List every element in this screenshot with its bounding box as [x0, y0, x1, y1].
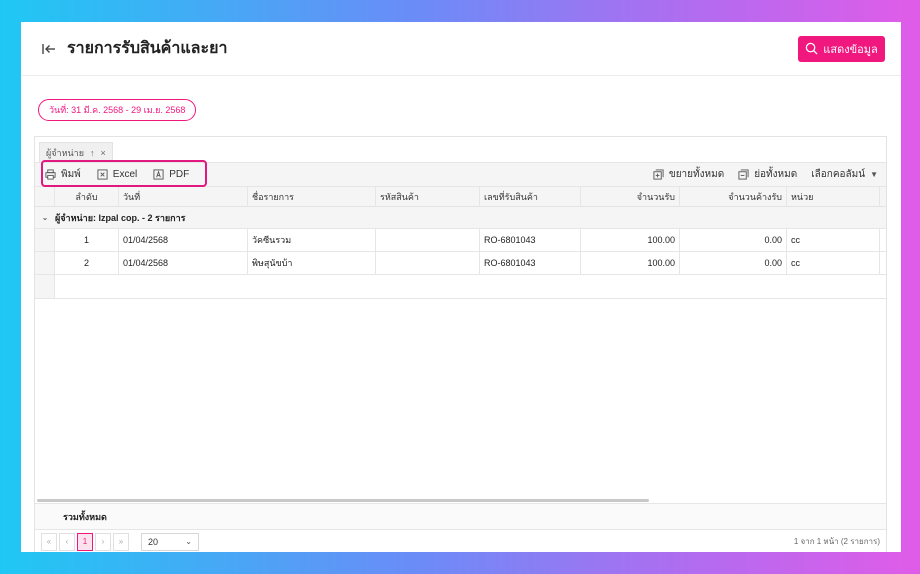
cell-name: วัคซีนรวม — [248, 229, 376, 251]
col-header-no[interactable]: ลำดับ — [55, 187, 119, 206]
empty-row — [35, 275, 886, 299]
page-header: รายการรับสินค้าและยา แสดงข้อมูล — [21, 22, 901, 76]
page-size-select[interactable]: 20 ⌄ — [141, 532, 199, 551]
print-button[interactable]: พิมพ์ — [45, 167, 81, 182]
pdf-icon — [153, 169, 164, 180]
caret-down-icon: ▼ — [870, 170, 878, 179]
printer-icon — [45, 169, 56, 180]
collapse-icon — [738, 169, 749, 180]
group-chip-label: ผู้จำหน่าย — [46, 147, 85, 158]
col-header-qty[interactable]: จำนวนรับ — [581, 187, 680, 206]
pager: « ‹ 1 › » 20 ⌄ 1 จาก 1 หน้า (2 รายการ) — [35, 529, 886, 552]
expand-all-label: ขยายทั้งหมด — [668, 169, 725, 180]
cell-name: พิษสุนัขบ้า — [248, 252, 376, 274]
data-grid: ผู้จำหน่าย ↑ × พิมพ์ Excel PDF ขยายทั้งห… — [34, 136, 887, 552]
group-chip-supplier[interactable]: ผู้จำหน่าย ↑ × — [39, 142, 113, 162]
print-label: พิมพ์ — [61, 169, 81, 180]
col-header-remain[interactable]: จำนวนค้างรับ — [680, 187, 787, 206]
prev-page-button[interactable]: ‹ — [59, 532, 75, 551]
choose-columns-button[interactable]: เลือกคอลัมน์ ▼ — [811, 167, 878, 182]
cell-code — [376, 252, 480, 274]
table-header: ลำดับ วันที่ ชื่อรายการ รหัสสินค้า เลขที… — [35, 187, 886, 207]
chevron-down-icon: ⌄ — [185, 537, 192, 546]
group-row-label: ผู้จำหน่าย: Izpal cop. - 2 รายการ — [55, 212, 186, 223]
col-header-unit[interactable]: หน่วย — [787, 187, 880, 206]
table-row[interactable]: 1 01/04/2568 วัคซีนรวม RO-6801043 100.00… — [35, 229, 886, 252]
search-icon — [806, 42, 818, 55]
cell-qty: 100.00 — [581, 229, 680, 251]
show-data-button[interactable]: แสดงข้อมูล — [798, 35, 885, 62]
grid-toolbar: พิมพ์ Excel PDF ขยายทั้งหมด ย่อทั้งหมด เ… — [35, 160, 886, 187]
close-icon[interactable]: × — [101, 148, 106, 158]
expand-all-button[interactable]: ขยายทั้งหมด — [653, 167, 724, 182]
page-title: รายการรับสินค้าและยา — [67, 40, 228, 57]
pdf-label: PDF — [169, 169, 190, 180]
page-size-value: 20 — [148, 536, 159, 547]
sort-up-icon[interactable]: ↑ — [90, 148, 95, 158]
col-header-name[interactable]: ชื่อรายการ — [248, 187, 376, 206]
first-page-button[interactable]: « — [41, 532, 57, 551]
pdf-button[interactable]: PDF — [153, 169, 189, 180]
cell-ref: RO-6801043 — [480, 252, 581, 274]
col-header-date[interactable]: วันที่ — [119, 187, 248, 206]
cell-unit: cc — [787, 252, 880, 274]
cell-date: 01/04/2568 — [119, 229, 248, 251]
excel-label: Excel — [112, 169, 138, 180]
back-arrow-icon[interactable] — [41, 41, 57, 57]
pager-info: 1 จาก 1 หน้า (2 รายการ) — [793, 537, 880, 546]
cell-code — [376, 229, 480, 251]
excel-button[interactable]: Excel — [97, 169, 137, 180]
choose-columns-label: เลือกคอลัมน์ — [811, 169, 866, 180]
cell-ref: RO-6801043 — [480, 229, 581, 251]
show-data-label: แสดงข้อมูล — [823, 43, 878, 56]
cell-no: 2 — [55, 252, 119, 274]
excel-icon — [97, 169, 108, 180]
next-page-button[interactable]: › — [95, 532, 111, 551]
col-header-code[interactable]: รหัสสินค้า — [376, 187, 480, 206]
page-button-current[interactable]: 1 — [77, 532, 93, 551]
summary-row: รวมทั้งหมด — [35, 503, 886, 529]
date-range-filter[interactable]: วันที่: 31 มี.ค. 2568 - 29 เม.ย. 2568 — [38, 99, 197, 121]
group-row[interactable]: ⌄ ผู้จำหน่าย: Izpal cop. - 2 รายการ — [35, 207, 886, 229]
date-range-label: วันที่: 31 มี.ค. 2568 - 29 เม.ย. 2568 — [49, 105, 186, 115]
horizontal-scrollbar[interactable] — [37, 499, 649, 502]
cell-remain: 0.00 — [680, 252, 787, 274]
summary-label: รวมทั้งหมด — [63, 511, 107, 522]
col-header-ref[interactable]: เลขที่รับสินค้า — [480, 187, 581, 206]
main-window: รายการรับสินค้าและยา แสดงข้อมูล วันที่: … — [21, 22, 901, 552]
cell-remain: 0.00 — [680, 229, 787, 251]
chevron-down-icon[interactable]: ⌄ — [35, 213, 55, 222]
table-row[interactable]: 2 01/04/2568 พิษสุนัขบ้า RO-6801043 100.… — [35, 252, 886, 275]
collapse-all-button[interactable]: ย่อทั้งหมด — [738, 167, 797, 182]
cell-qty: 100.00 — [581, 252, 680, 274]
expand-icon — [653, 169, 664, 180]
cell-unit: cc — [787, 229, 880, 251]
cell-no: 1 — [55, 229, 119, 251]
collapse-all-label: ย่อทั้งหมด — [754, 169, 798, 180]
group-panel: ผู้จำหน่าย ↑ × — [35, 137, 886, 163]
last-page-button[interactable]: » — [113, 532, 129, 551]
cell-date: 01/04/2568 — [119, 252, 248, 274]
